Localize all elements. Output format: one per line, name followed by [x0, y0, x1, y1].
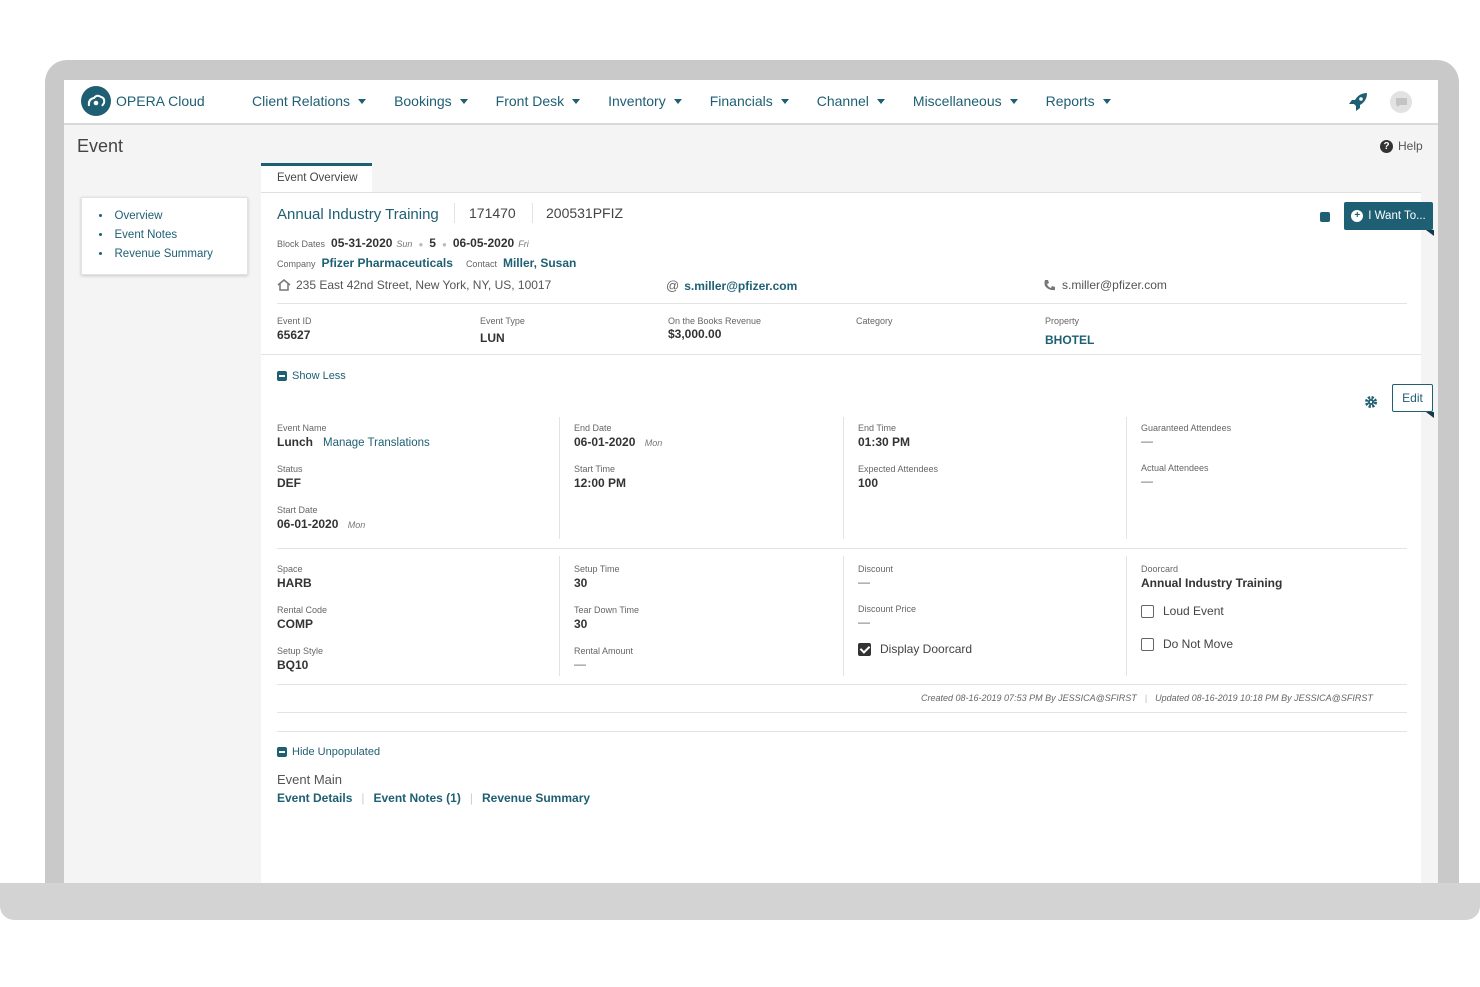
rental-code-value: COMP	[277, 617, 313, 631]
display-doorcard-checkbox[interactable]: Display Doorcard	[858, 642, 972, 656]
help-link[interactable]: ? Help	[1380, 139, 1423, 153]
checkbox-unchecked-icon	[1141, 604, 1154, 618]
main-menu: Client Relations Bookings Front Desk Inv…	[252, 93, 1139, 109]
caret-down-icon	[673, 98, 682, 104]
event-header-name: Annual Industry Training	[277, 206, 439, 223]
leftnav-revenue-summary[interactable]: Revenue Summary	[99, 248, 247, 260]
block-end-date: 06-05-2020	[452, 236, 515, 250]
home-icon	[277, 279, 291, 291]
leftnav-event-notes[interactable]: Event Notes	[99, 229, 247, 241]
rocket-icon[interactable]	[1347, 91, 1369, 118]
app-screen: OPERA Cloud Client Relations Bookings Fr…	[64, 80, 1438, 883]
nav-financials[interactable]: Financials	[710, 93, 789, 109]
rental-amount-value: —	[574, 657, 586, 671]
app-logo-text[interactable]: OPERA Cloud	[116, 93, 205, 109]
minus-square-icon	[277, 371, 287, 381]
setup-style-value: BQ10	[277, 658, 309, 672]
block-start-date: 05-31-2020	[331, 236, 393, 250]
leftnav-overview[interactable]: Overview	[99, 210, 247, 222]
doorcard-value: Annual Industry Training	[1141, 576, 1283, 590]
caret-down-icon	[780, 98, 789, 104]
hide-unpopulated-toggle[interactable]: Hide Unpopulated	[277, 746, 380, 758]
nav-channel[interactable]: Channel	[817, 93, 885, 109]
discount-value: —	[858, 575, 870, 589]
email-link[interactable]: s.miller@pfizer.com	[684, 279, 797, 293]
nights-dot-icon: ●	[441, 240, 447, 249]
nav-client-relations[interactable]: Client Relations	[252, 93, 367, 109]
link-revenue-summary[interactable]: Revenue Summary	[482, 791, 590, 805]
caret-down-icon	[1102, 98, 1111, 104]
actual-attendees-value: —	[1141, 474, 1153, 488]
block-code: 200531PFIZ	[546, 205, 624, 221]
event-main-links: Event Details | Event Notes (1) | Revenu…	[277, 791, 591, 805]
nav-bookings[interactable]: Bookings	[394, 93, 468, 109]
caret-down-icon	[876, 98, 885, 104]
phone-icon	[1044, 279, 1055, 290]
end-time-value: 01:30 PM	[858, 435, 911, 449]
setup-time-value: 30	[574, 576, 588, 590]
company-contact-row: Company Pfizer Pharmaceuticals Contact M…	[277, 256, 577, 270]
tab-event-overview[interactable]: Event Overview	[261, 163, 372, 193]
show-less-toggle[interactable]: Show Less	[277, 370, 346, 382]
block-id: 171470	[469, 205, 516, 221]
block-dates-row: Block Dates 05-31-2020 Sun ● 5 ● 06-05-2…	[277, 236, 529, 250]
edit-button[interactable]: Edit	[1392, 384, 1434, 418]
link-event-notes[interactable]: Event Notes (1)	[374, 791, 461, 805]
opera-cloud-logo-icon[interactable]	[81, 86, 111, 116]
status-value: DEF	[277, 476, 301, 490]
nav-front-desk[interactable]: Front Desk	[496, 93, 581, 109]
at-sign-icon: @	[666, 278, 680, 293]
checkbox-checked-icon	[858, 642, 871, 656]
caret-down-icon	[1009, 98, 1018, 104]
top-navbar: OPERA Cloud Client Relations Bookings Fr…	[64, 80, 1438, 125]
teardown-time-value: 30	[574, 617, 588, 631]
plus-circle-icon: +	[1351, 210, 1364, 222]
start-date-value: 06-01-2020 Mon	[277, 517, 366, 531]
section-title: Event Main	[277, 772, 343, 787]
block-nights: 5	[429, 236, 436, 250]
collapse-icon[interactable]	[1320, 212, 1330, 222]
event-overview-panel: Annual Industry Training 171470 200531PF…	[261, 192, 1434, 883]
i-want-to-button[interactable]: + I Want To...	[1344, 202, 1434, 236]
event-id-value: 65627	[277, 328, 311, 342]
end-date-value: 06-01-2020 Mon	[574, 435, 663, 449]
space-value: HARB	[277, 576, 312, 590]
contact-link[interactable]: Miller, Susan	[503, 256, 576, 270]
nav-miscellaneous[interactable]: Miscellaneous	[913, 93, 1018, 109]
checkbox-unchecked-icon	[1141, 637, 1154, 651]
phone-row: s.miller@pfizer.com	[1043, 278, 1167, 292]
help-icon: ?	[1380, 139, 1393, 153]
do-not-move-checkbox[interactable]: Do Not Move	[1141, 637, 1233, 651]
caret-down-icon	[572, 98, 581, 104]
expected-attendees-value: 100	[858, 476, 879, 490]
email-row: @ s.miller@pfizer.com	[666, 278, 797, 293]
minus-square-icon	[277, 747, 287, 757]
address-row: 235 East 42nd Street, New York, NY, US, …	[277, 278, 551, 292]
laptop-base	[0, 883, 1480, 920]
manage-translations-link[interactable]: Manage Translations	[323, 437, 430, 449]
nav-inventory[interactable]: Inventory	[608, 93, 682, 109]
guaranteed-attendees-value: —	[1141, 434, 1153, 448]
event-type-value: LUN	[480, 331, 505, 345]
revenue-value: $3,000.00	[668, 327, 722, 341]
start-time-value: 12:00 PM	[574, 476, 627, 490]
chat-icon[interactable]	[1390, 91, 1412, 113]
company-link[interactable]: Pfizer Pharmaceuticals	[322, 256, 453, 270]
caret-down-icon	[459, 98, 468, 104]
loud-event-checkbox[interactable]: Loud Event	[1141, 604, 1224, 618]
link-event-details[interactable]: Event Details	[277, 791, 352, 805]
left-section-nav: Overview Event Notes Revenue Summary	[81, 197, 248, 275]
caret-down-icon	[358, 98, 367, 104]
gear-icon[interactable]	[1364, 395, 1378, 409]
page-title: Event	[77, 136, 124, 156]
property-link[interactable]: BHOTEL	[1045, 333, 1094, 347]
audit-info: Created 08-16-2019 07:53 PM By JESSICA@S…	[921, 693, 1373, 703]
nights-dot-icon: ●	[418, 240, 424, 249]
nav-reports[interactable]: Reports	[1046, 93, 1111, 109]
discount-price-value: —	[858, 615, 870, 629]
event-name-value: Lunch	[277, 435, 313, 449]
